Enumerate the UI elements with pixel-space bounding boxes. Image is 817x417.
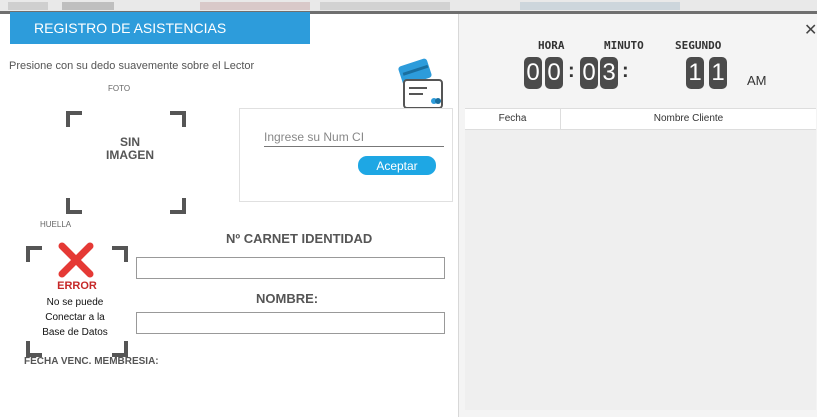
taskbar-segment <box>320 2 450 10</box>
nombre-field[interactable] <box>136 312 445 334</box>
taskbar-segment <box>8 2 48 10</box>
photo-frame-corner <box>170 198 186 214</box>
error-message: No se puede Conectar a la Base de Datos <box>28 295 122 340</box>
second-digit: 1 <box>686 57 704 89</box>
fingerprint-frame-corner <box>26 341 42 357</box>
fingerprint-label: HUELLA <box>40 220 72 229</box>
fingerprint-frame-corner <box>112 246 128 262</box>
photo-frame-corner <box>66 111 82 127</box>
close-icon[interactable]: ✕ <box>804 23 817 39</box>
hour-label: HORA <box>538 39 565 52</box>
am-pm-indicator: AM <box>747 73 767 88</box>
minute-digit: 0 <box>580 57 598 89</box>
hour-digit: 0 <box>524 57 542 89</box>
column-header-cliente[interactable]: Nombre Cliente <box>561 109 816 129</box>
second-label: SEGUNDO <box>675 39 722 52</box>
hour-digit: 0 <box>545 57 563 89</box>
page-title: REGISTRO DE ASISTENCIAS <box>34 20 227 36</box>
carnet-field[interactable] <box>136 257 445 279</box>
column-header-fecha[interactable]: Fecha <box>465 109 561 129</box>
attendance-table-header: Fecha Nombre Cliente <box>465 108 816 130</box>
taskbar-segment <box>520 2 680 10</box>
fingerprint-frame-corner <box>26 246 42 262</box>
taskbar-segment <box>62 2 114 10</box>
title-bar: REGISTRO DE ASISTENCIAS <box>10 12 310 44</box>
error-title: ERROR <box>57 280 97 292</box>
photo-frame-corner <box>170 111 186 127</box>
nombre-label: NOMBRE: <box>256 291 319 306</box>
taskbar-segment <box>200 2 310 10</box>
ci-form <box>239 108 453 202</box>
minute-digit: 3 <box>600 57 618 89</box>
ci-input[interactable] <box>264 128 444 147</box>
attendance-table-body <box>465 130 816 410</box>
time-separator: : <box>568 60 575 82</box>
error-line1: No se puede <box>46 297 104 308</box>
accept-button[interactable]: Aceptar <box>358 156 436 175</box>
photo-frame-corner <box>66 198 82 214</box>
time-separator: : <box>622 60 629 82</box>
carnet-label: Nº CARNET IDENTIDAD <box>226 231 373 246</box>
error-line2: Conectar a la <box>45 312 105 323</box>
instructions-text: Presione con su dedo suavemente sobre el… <box>9 60 255 72</box>
error-x-icon <box>58 242 94 278</box>
error-line3: Base de Datos <box>42 327 108 338</box>
fingerprint-frame-corner <box>112 341 128 357</box>
photo-label: FOTO <box>108 84 131 93</box>
minute-label: MINUTO <box>604 39 644 52</box>
photo-placeholder: SIN IMAGEN <box>90 136 170 162</box>
id-card-icon <box>398 58 443 109</box>
no-image-line2: IMAGEN <box>106 148 154 162</box>
second-digit: 1 <box>709 57 727 89</box>
membership-expiry-label: FECHA VENC. MEMBRESIA: <box>24 356 159 367</box>
